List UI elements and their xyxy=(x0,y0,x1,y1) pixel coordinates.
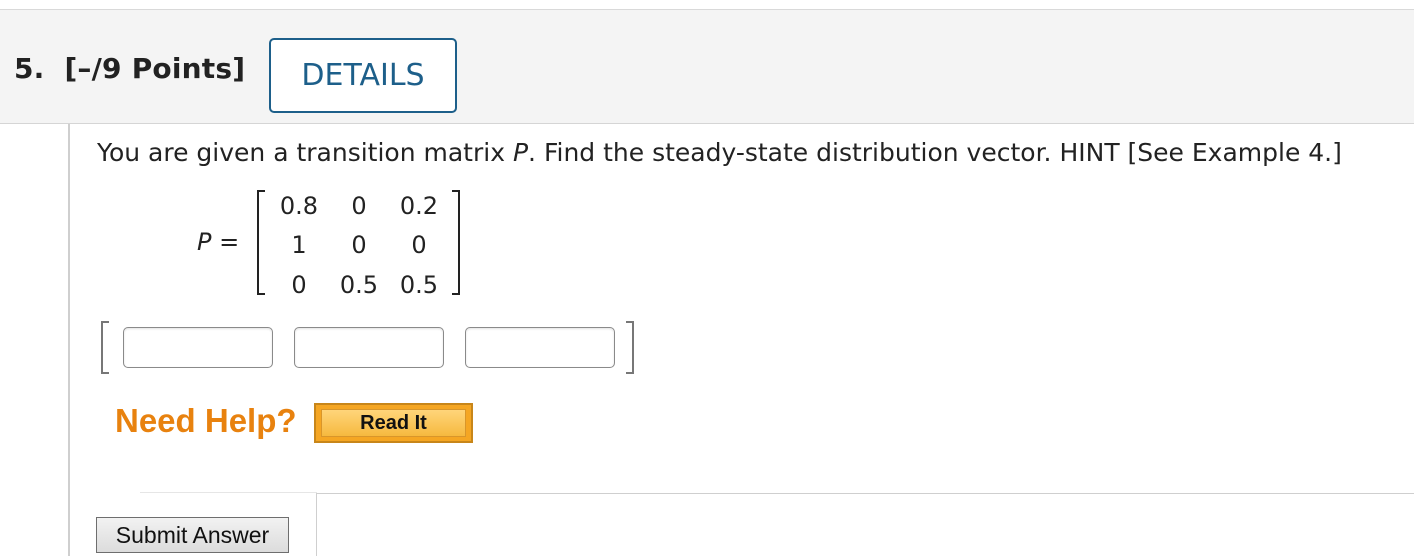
answer-field-2[interactable] xyxy=(294,327,444,368)
matrix-cell: 0.8 xyxy=(279,192,319,220)
vector-right-bracket xyxy=(626,321,634,374)
need-help-label: Need Help? xyxy=(115,402,297,439)
matrix-cell: 0.5 xyxy=(339,271,379,299)
question-header: 5. [–/9 Points] DETAILS xyxy=(0,10,1414,124)
matrix-variable: P xyxy=(512,138,529,167)
question-points: [–/9 Points] xyxy=(64,52,246,85)
vector-left-bracket xyxy=(101,321,109,374)
matrix-right-bracket xyxy=(452,190,460,295)
work-area-panel xyxy=(316,493,1414,556)
matrix-cell: 0.2 xyxy=(399,192,439,220)
matrix-label: P = xyxy=(197,228,240,256)
matrix-cell: 0 xyxy=(351,192,367,220)
answer-field-3[interactable] xyxy=(465,327,615,368)
matrix-cell: 1 xyxy=(291,231,307,259)
read-it-label: Read It xyxy=(321,409,466,437)
answer-field-1[interactable] xyxy=(123,327,273,368)
matrix-cell: 0.5 xyxy=(399,271,439,299)
details-button[interactable]: DETAILS xyxy=(269,38,457,113)
question-text: You are given a transition matrix P. Fin… xyxy=(97,138,1342,167)
content-left-border xyxy=(68,124,70,556)
question-title: 5. [–/9 Points] xyxy=(14,52,245,85)
matrix-cell: 0 xyxy=(351,231,367,259)
read-it-button[interactable]: Read It xyxy=(314,403,473,443)
matrix-cell: 0 xyxy=(291,271,307,299)
matrix-left-bracket xyxy=(257,190,265,295)
submit-answer-button[interactable]: Submit Answer xyxy=(96,517,289,553)
matrix-cell: 0 xyxy=(411,231,427,259)
footer-divider xyxy=(140,492,317,493)
question-number: 5. xyxy=(14,52,45,85)
